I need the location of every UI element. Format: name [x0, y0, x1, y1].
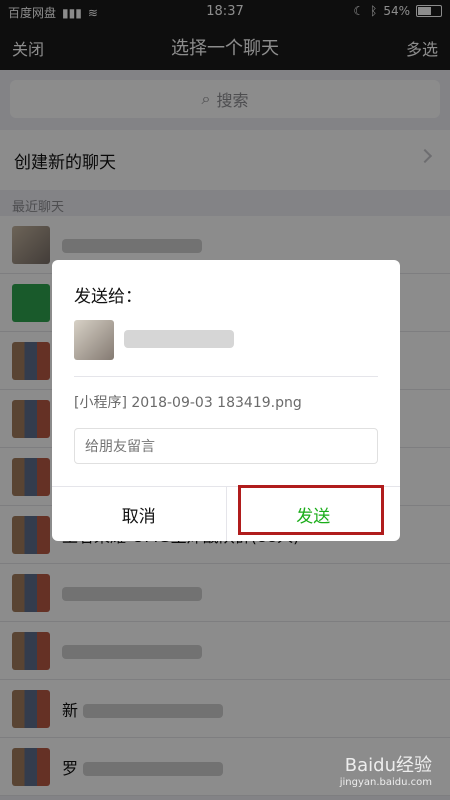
watermark-brand: Baidu经验	[344, 755, 432, 776]
watermark-url: jingyan.baidu.com	[339, 777, 432, 788]
dialog-divider	[74, 376, 378, 377]
watermark: Baidu经验 jingyan.baidu.com	[340, 751, 432, 788]
message-input[interactable]	[74, 428, 378, 464]
send-button-highlight	[238, 485, 384, 535]
recipient-name-blurred	[124, 330, 234, 348]
cancel-button[interactable]: 取消	[52, 487, 227, 541]
attachment-text: [小程序] 2018-09-03 183419.png	[74, 395, 302, 411]
recipient-avatar	[74, 320, 114, 360]
dialog-title: 发送给：	[74, 287, 142, 307]
